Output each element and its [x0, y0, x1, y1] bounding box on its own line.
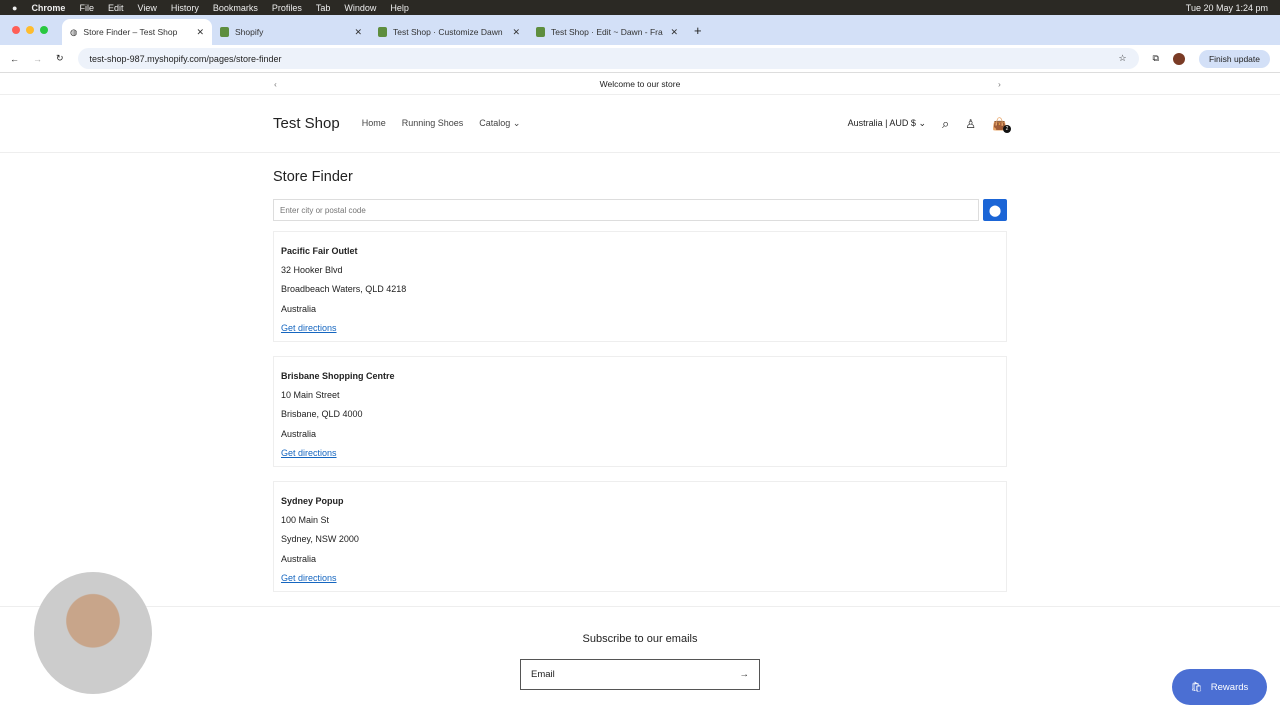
newsletter-footer: Subscribe to our emails Email → [0, 606, 1280, 690]
nav-home[interactable]: Home [362, 118, 386, 129]
store-name: Sydney Popup [281, 496, 344, 506]
site-header: Test Shop Home Running Shoes Catalog ⌄ A… [0, 95, 1280, 153]
store-city: Sydney, NSW 2000 [281, 534, 359, 545]
url-input[interactable]: test-shop-987.myshopify.com/pages/store-… [77, 48, 1139, 69]
new-tab-button[interactable]: + [686, 23, 710, 38]
store-country: Australia [281, 428, 317, 439]
close-tab-icon[interactable]: ✕ [196, 27, 204, 38]
nav-catalog[interactable]: Catalog ⌄ [479, 118, 520, 129]
arrow-right-icon[interactable]: → [740, 669, 750, 680]
chevron-down-icon: ⌄ [918, 118, 926, 128]
page-title: Store Finder [273, 169, 353, 185]
search-icon[interactable]: ⌕ [942, 116, 949, 132]
address-bar: ← → ↻ test-shop-987.myshopify.com/pages/… [0, 45, 1280, 73]
email-input[interactable]: Email → [520, 659, 760, 690]
store-country: Australia [281, 553, 317, 564]
window-controls [12, 26, 48, 34]
menu-history[interactable]: History [171, 3, 199, 13]
menu-bookmarks[interactable]: Bookmarks [213, 3, 258, 13]
locale-label: Australia | AUD $ [847, 118, 916, 128]
minimize-window-button[interactable] [26, 26, 34, 34]
webcam-overlay [34, 572, 152, 694]
tab-strip: ◍ Store Finder – Test Shop ✕ Shopify ✕ Test… [0, 15, 1280, 45]
cart-count-badge: 2 [1003, 124, 1011, 133]
tab-store-finder[interactable]: ◍ Store Finder – Test Shop ✕ [62, 19, 212, 45]
chevron-down-icon: ⌄ [512, 118, 521, 128]
url-text: test-shop-987.myshopify.com/pages/store-… [89, 53, 282, 64]
shopify-icon [378, 27, 387, 37]
get-directions-link[interactable]: Get directions [281, 323, 337, 333]
shopify-icon [536, 27, 545, 37]
menu-chrome[interactable]: Chrome [31, 3, 65, 13]
main-nav: Home Running Shoes Catalog ⌄ [362, 118, 521, 129]
store-card: Sydney Popup 100 Main St Sydney, NSW 200… [273, 481, 1007, 592]
store-name: Pacific Fair Outlet [281, 246, 358, 256]
city-postal-input[interactable] [273, 199, 979, 221]
announcement-bar: ‹ Welcome to our store › [0, 73, 1280, 95]
rewards-button[interactable]: 🛍 Rewards [1172, 669, 1267, 705]
close-tab-icon[interactable]: ✕ [670, 27, 678, 38]
shopify-icon [220, 27, 229, 37]
get-directions-link[interactable]: Get directions [281, 573, 337, 583]
store-country: Australia [281, 303, 317, 314]
clock: Tue 20 May 1:24 pm [1185, 2, 1268, 13]
menu-window[interactable]: Window [344, 3, 376, 13]
menu-help[interactable]: Help [390, 3, 409, 13]
bookmark-star-icon[interactable]: ☆ [1118, 53, 1126, 64]
cart-icon[interactable]: 👜 2 [992, 117, 1011, 133]
subscribe-heading: Subscribe to our emails [582, 633, 698, 645]
close-tab-icon[interactable]: ✕ [354, 27, 362, 38]
store-street: 10 Main Street [281, 390, 340, 401]
store-search: ⬤ [273, 199, 1007, 221]
tab-label: Shopify [235, 27, 264, 37]
gift-icon: 🛍 [1190, 681, 1203, 693]
menu-tab[interactable]: Tab [316, 3, 331, 13]
get-directions-link[interactable]: Get directions [281, 448, 337, 458]
map-pin-icon: ⬤ [988, 204, 1002, 217]
chevron-right-icon[interactable]: › [998, 79, 1001, 89]
tab-edit[interactable]: Test Shop · Edit ~ Dawn - Fra ✕ [528, 19, 686, 45]
menu-view[interactable]: View [137, 3, 156, 13]
extensions-icon[interactable]: ⧉ [1153, 53, 1159, 64]
store-city: Broadbeach Waters, QLD 4218 [281, 284, 407, 295]
store-name: Brisbane Shopping Centre [281, 371, 395, 381]
store-street: 100 Main St [281, 515, 330, 526]
apple-icon[interactable]: ● [12, 3, 17, 13]
tab-label: Store Finder – Test Shop [83, 27, 178, 37]
forward-icon[interactable]: → [33, 54, 42, 64]
close-window-button[interactable] [12, 26, 20, 34]
menu-file[interactable]: File [79, 3, 94, 13]
store-city: Brisbane, QLD 4000 [281, 409, 363, 420]
nav-catalog-label: Catalog [479, 118, 511, 128]
rewards-label: Rewards [1210, 681, 1249, 693]
locate-button[interactable]: ⬤ [983, 199, 1007, 221]
back-icon[interactable]: ← [10, 54, 19, 64]
tab-customize[interactable]: Test Shop · Customize Dawn ✕ [370, 19, 528, 45]
store-finder-section: Store Finder ⬤ Pacific Fair Outlet 32 Ho… [0, 169, 1280, 592]
store-street: 32 Hooker Blvd [281, 265, 343, 276]
nav-running-shoes[interactable]: Running Shoes [402, 118, 464, 129]
zoom-window-button[interactable] [40, 26, 48, 34]
store-card: Brisbane Shopping Centre 10 Main Street … [273, 356, 1007, 467]
store-logo[interactable]: Test Shop [273, 115, 340, 132]
tab-label: Test Shop · Edit ~ Dawn - Fra [551, 27, 663, 37]
announcement-text: Welcome to our store [599, 78, 681, 89]
chevron-left-icon[interactable]: ‹ [274, 79, 277, 89]
menu-profiles[interactable]: Profiles [272, 3, 302, 13]
profile-avatar[interactable] [1172, 52, 1185, 65]
email-placeholder: Email [531, 669, 555, 680]
globe-icon: ◍ [70, 26, 78, 37]
tab-label: Test Shop · Customize Dawn [393, 27, 503, 37]
locale-selector[interactable]: Australia | AUD $ ⌄ [848, 118, 926, 129]
tab-shopify[interactable]: Shopify ✕ [212, 19, 370, 45]
close-tab-icon[interactable]: ✕ [512, 27, 520, 38]
menu-edit[interactable]: Edit [108, 3, 124, 13]
finish-update-button[interactable]: Finish update [1198, 49, 1270, 68]
account-icon[interactable]: ♙ [965, 117, 976, 131]
mac-menubar: ● Chrome File Edit View History Bookmark… [0, 0, 1280, 15]
reload-icon[interactable]: ↻ [56, 53, 64, 64]
store-card: Pacific Fair Outlet 32 Hooker Blvd Broad… [273, 231, 1007, 342]
